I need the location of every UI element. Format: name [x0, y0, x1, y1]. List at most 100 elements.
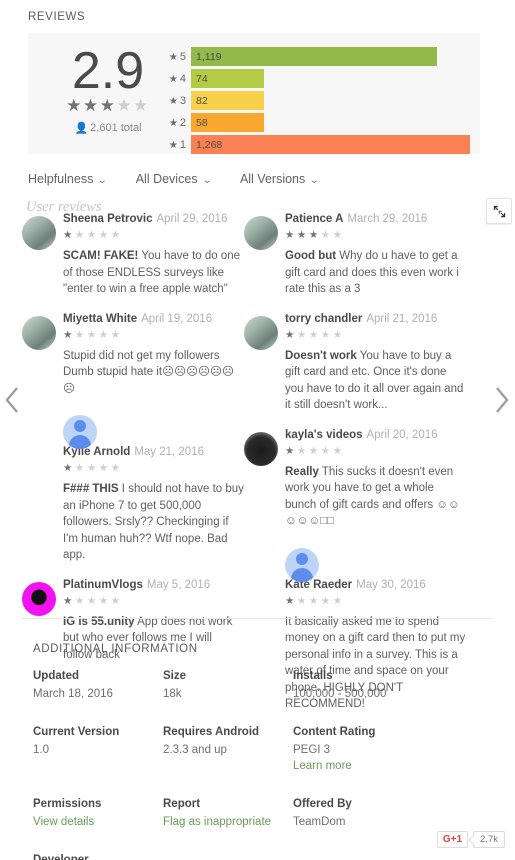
- star-2: ★: [296, 229, 309, 241]
- review-star-rating: ★★★★★: [63, 594, 244, 609]
- info-label: Current Version: [33, 726, 120, 738]
- review-star-rating: ★★★★★: [285, 594, 466, 609]
- info-row: DeveloperEmail issam@myself.com: [33, 854, 493, 860]
- review-title: Good but: [285, 250, 337, 262]
- info-cell-requires-android: Requires Android 2.3.3 and up: [163, 726, 293, 774]
- star-icon: ★: [168, 73, 178, 85]
- review-header: Miyetta White April 19, 2016: [63, 312, 244, 327]
- info-row: Permissions View details Report Flag as ina…: [33, 798, 493, 830]
- histogram-bar: 74: [191, 69, 264, 88]
- info-cell-report: Report Flag as inappropriate: [163, 798, 293, 830]
- average-score: 2.9: [71, 42, 145, 100]
- star-4: ★: [320, 444, 333, 457]
- reviews-column-left: Sheena Petrovic April 29, 2016 ★★★★★ SCAM! …: [22, 212, 244, 677]
- chevron-down-icon: ⌄: [201, 175, 212, 186]
- info-cell-installs: Installs 100,000 - 500,000: [293, 670, 423, 702]
- gplus-count-badge[interactable]: 2.7k: [473, 831, 505, 848]
- review-item[interactable]: torry chandler April 21, 2016 ★★★★★ Doesn't…: [244, 312, 466, 414]
- review-author: Sheena Petrovic: [63, 213, 153, 225]
- star-icon: ★: [168, 51, 178, 63]
- star-3: ★: [86, 462, 99, 474]
- star-5: ★: [332, 229, 345, 241]
- star-4: ★: [320, 229, 333, 241]
- histogram-bar-value: 82: [196, 94, 208, 107]
- star-5: ★: [110, 462, 123, 474]
- histogram-bar-value: 58: [196, 116, 208, 129]
- histogram-bar-value: 1,268: [196, 138, 223, 151]
- info-cell-permissions: Permissions View details: [33, 798, 163, 830]
- review-star-rating: ★★★★★: [285, 444, 466, 459]
- star-5: ★: [332, 444, 345, 457]
- gplus-one-button[interactable]: G+1: [436, 831, 469, 848]
- star-2: ★: [296, 328, 309, 341]
- review-item[interactable]: Patience A March 29, 2016 ★★★★★ Good but Wh…: [244, 212, 466, 298]
- star-1: ★: [285, 328, 297, 341]
- star-2: ★: [296, 444, 309, 457]
- histogram-star-label: ★ 3: [168, 94, 186, 107]
- avatar: [22, 216, 56, 250]
- person-icon: 👤: [74, 122, 89, 135]
- star-4: ★: [320, 594, 333, 607]
- review-body: Doesn't work You have to buy a gift card…: [285, 348, 466, 414]
- info-value[interactable]: Flag as inappropriate: [163, 814, 293, 830]
- learn-more-link[interactable]: Learn more: [293, 758, 423, 774]
- histogram-bar: 82: [191, 91, 264, 110]
- review-author: Miyetta White: [63, 312, 138, 325]
- review-title: F### THIS: [63, 483, 119, 495]
- info-cell-offered-by: Offered By TeamDom: [293, 798, 423, 830]
- histogram-row: ★ 5 1,119: [164, 47, 470, 66]
- star-2: ★: [74, 462, 87, 474]
- info-value: PEGI 3: [293, 744, 331, 756]
- star-1: ★: [285, 594, 297, 607]
- star-2: ★: [74, 328, 87, 341]
- info-value: 18k: [163, 688, 182, 700]
- review-star-rating: ★★★★★: [285, 228, 466, 243]
- star-2: ★: [74, 594, 87, 607]
- review-body: Stupid did not get my followers Dumb stu…: [63, 348, 244, 398]
- filter-helpfulness[interactable]: Helpfulness ⌄: [28, 172, 108, 186]
- filter-label: Helpfulness: [28, 172, 94, 186]
- additional-information-grid: Updated March 18, 2016 Size 18k Installs 100,…: [33, 670, 493, 860]
- star-icon: ★: [168, 95, 178, 107]
- app-reviews-page: REVIEWS 2.9 ★★★★★ 👤 2,601 total ★ 5 1,119 ★ 4…: [0, 0, 515, 860]
- review-date: April 19, 2016: [141, 312, 213, 325]
- review-author: torry chandler: [285, 312, 363, 325]
- avatar: [244, 431, 278, 466]
- histogram-star-label: ★ 1: [168, 138, 186, 151]
- histogram-track: 1,268: [191, 135, 470, 154]
- section-divider: [22, 618, 492, 619]
- info-value[interactable]: View details: [33, 814, 163, 830]
- review-header: torry chandler April 21, 2016: [285, 312, 466, 327]
- review-filters: Helpfulness ⌄ All Devices ⌄ All Versions ⌄: [28, 172, 348, 186]
- star-5: ★: [110, 328, 123, 341]
- info-label: Permissions: [33, 798, 102, 810]
- star-1: ★: [63, 462, 75, 474]
- info-label: Developer: [33, 854, 89, 860]
- review-header: PlatinumVlogs May 5, 2016: [63, 578, 244, 593]
- histogram-star-label: ★ 4: [168, 72, 186, 85]
- info-cell-developer: DeveloperEmail issam@myself.com: [33, 854, 163, 860]
- review-date: May 5, 2016: [146, 578, 211, 591]
- review-item[interactable]: Kylie Arnold May 21, 2016 ★★★★★ F### THIS I…: [22, 411, 244, 564]
- review-date: April 21, 2016: [366, 312, 438, 325]
- review-item[interactable]: kayla's videos April 20, 2016 ★★★★★ Really …: [244, 428, 466, 530]
- star-2: ★: [74, 229, 87, 241]
- star-1: ★: [63, 328, 75, 341]
- total-ratings-label: 2,601 total: [90, 122, 142, 134]
- histogram-row: ★ 2 58: [164, 113, 470, 132]
- review-body: F### THIS I should not have to buy an iP…: [63, 481, 244, 564]
- avatar: [63, 415, 97, 449]
- star-4: ★: [320, 328, 333, 341]
- review-item[interactable]: Sheena Petrovic April 29, 2016 ★★★★★ SCAM! …: [22, 212, 244, 298]
- review-author: Patience A: [285, 213, 344, 225]
- review-item[interactable]: Miyetta White April 19, 2016 ★★★★★ Stupid d…: [22, 312, 244, 398]
- star-icon: ★: [168, 139, 178, 151]
- info-cell-updated: Updated March 18, 2016: [33, 670, 163, 702]
- filter-all-versions[interactable]: All Versions ⌄: [240, 172, 320, 186]
- review-date: May 30, 2016: [356, 578, 426, 591]
- filter-label: All Devices: [135, 172, 198, 186]
- google-plus-one-widget: G+1 2.7k: [436, 831, 505, 848]
- info-label: Installs: [293, 670, 333, 682]
- filter-all-devices[interactable]: All Devices ⌄: [135, 172, 212, 186]
- star-3: ★: [86, 229, 99, 241]
